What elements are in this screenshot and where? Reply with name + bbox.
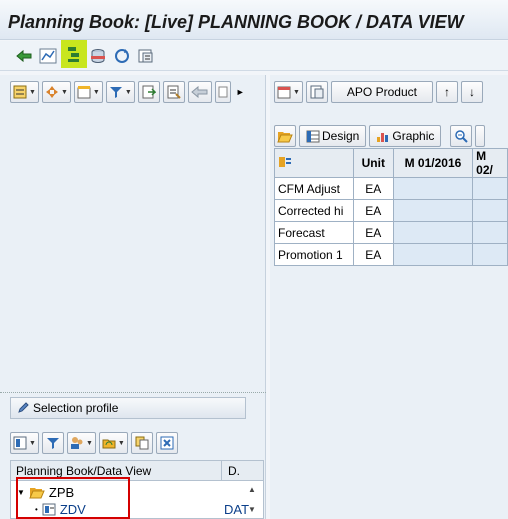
grid-cell[interactable] [392,243,474,266]
database-icon[interactable] [88,46,108,66]
back-icon[interactable] [187,81,212,103]
grid-row: Forecast EA [274,221,508,244]
pencil-icon [18,402,29,413]
more-icon[interactable] [214,81,231,103]
highlight-box [16,477,130,519]
zoom-icon[interactable] [450,125,473,147]
variables-icon[interactable] [305,81,328,103]
refresh-icon[interactable] [112,46,132,66]
row-unit: EA [352,177,394,200]
move-icon[interactable]: ▼ [41,81,71,103]
folder-open-button[interactable] [274,125,296,147]
graphic-tab[interactable]: Graphic [369,125,442,147]
grid-cell[interactable] [472,199,508,222]
design-tab[interactable]: Design [299,125,367,147]
folder-refresh-icon[interactable]: ▼ [98,432,128,454]
row-label[interactable]: Forecast [274,221,354,244]
scroll-right-icon[interactable]: ► [236,87,245,97]
grid-settings-icon[interactable] [274,148,354,178]
export-icon[interactable] [137,81,160,103]
title-bar: Planning Book: [Live] PLANNING BOOK / DA… [0,0,508,40]
grid-header-row: Unit M 01/2016 M 02/ [274,148,508,178]
row-label[interactable]: CFM Adjust [274,177,354,200]
grid-cell[interactable] [472,221,508,244]
grid-cell[interactable] [392,177,474,200]
month-header-1[interactable]: M 01/2016 [392,148,474,178]
planning-book-window: Planning Book: [Live] PLANNING BOOK / DA… [0,0,508,519]
row-unit: EA [352,243,394,266]
scroll-up-icon[interactable]: ▲ [248,485,256,494]
planning-grid: Unit M 01/2016 M 02/ CFM Adjust EA Corre… [274,148,508,266]
layout-icon[interactable] [162,81,185,103]
month-header-2[interactable]: M 02/ [472,148,508,178]
apo-product-button[interactable]: APO Product [330,81,433,103]
close-icon[interactable] [155,432,178,454]
tree-filter-icon[interactable] [41,432,64,454]
graphic-tab-label: Graphic [392,129,435,143]
right-toolbar: ▼ APO Product ↑ ↓ [274,79,483,105]
row-label[interactable]: Promotion 1 [274,243,354,266]
tree-item-desc: DAT [224,502,250,517]
more-tabs-icon[interactable] [475,125,486,147]
grid-cell[interactable] [392,199,474,222]
calendar-icon[interactable]: ▼ [274,81,303,103]
row-unit: EA [352,221,394,244]
tree-col-description[interactable]: D. [222,464,240,478]
tree-view-icon[interactable]: ▼ [10,432,39,454]
row-unit: EA [352,199,394,222]
application-toolbar [0,40,508,71]
filter-icon[interactable]: ▼ [105,81,135,103]
variables-icon[interactable] [136,46,156,66]
grid-row: CFM Adjust EA [274,177,508,200]
left-toolbar: ▼ ▼ ▼ ▼ ► [10,79,245,105]
splitter[interactable] [0,392,266,396]
grid-row: Promotion 1 EA [274,243,508,266]
row-label[interactable]: Corrected hi [274,199,354,222]
selection-profile-button[interactable]: Selection profile [10,397,246,419]
design-tab-label: Design [322,129,360,143]
grid-cell[interactable] [472,243,508,266]
right-grid-panel: ▼ APO Product ↑ ↓ Design Graphic Unit M … [270,75,508,519]
grid-cell[interactable] [392,221,474,244]
header-icon[interactable]: ▼ [73,81,103,103]
grid-row: Corrected hi EA [274,199,508,222]
chart-line-icon[interactable] [38,46,58,66]
move-down-button[interactable]: ↓ [460,81,483,103]
bar-chart-icon [377,132,389,142]
scroll-down-icon[interactable]: ▼ [248,505,256,514]
design-grid-icon [306,130,320,142]
back-arrow-icon[interactable] [14,46,34,66]
tree-toolbar: ▼ ▼ ▼ [10,430,178,456]
selector-toggle-icon[interactable] [61,40,87,68]
grid-cell[interactable] [472,177,508,200]
move-up-button[interactable]: ↑ [435,81,458,103]
grid-tabs: Design Graphic [274,123,486,149]
selection-profile-label: Selection profile [33,401,119,415]
unit-header[interactable]: Unit [352,148,394,178]
select-icon[interactable]: ▼ [10,81,39,103]
copy-icon[interactable] [130,432,153,454]
users-icon[interactable]: ▼ [66,432,96,454]
window-title: Planning Book: [Live] PLANNING BOOK / DA… [8,12,464,32]
